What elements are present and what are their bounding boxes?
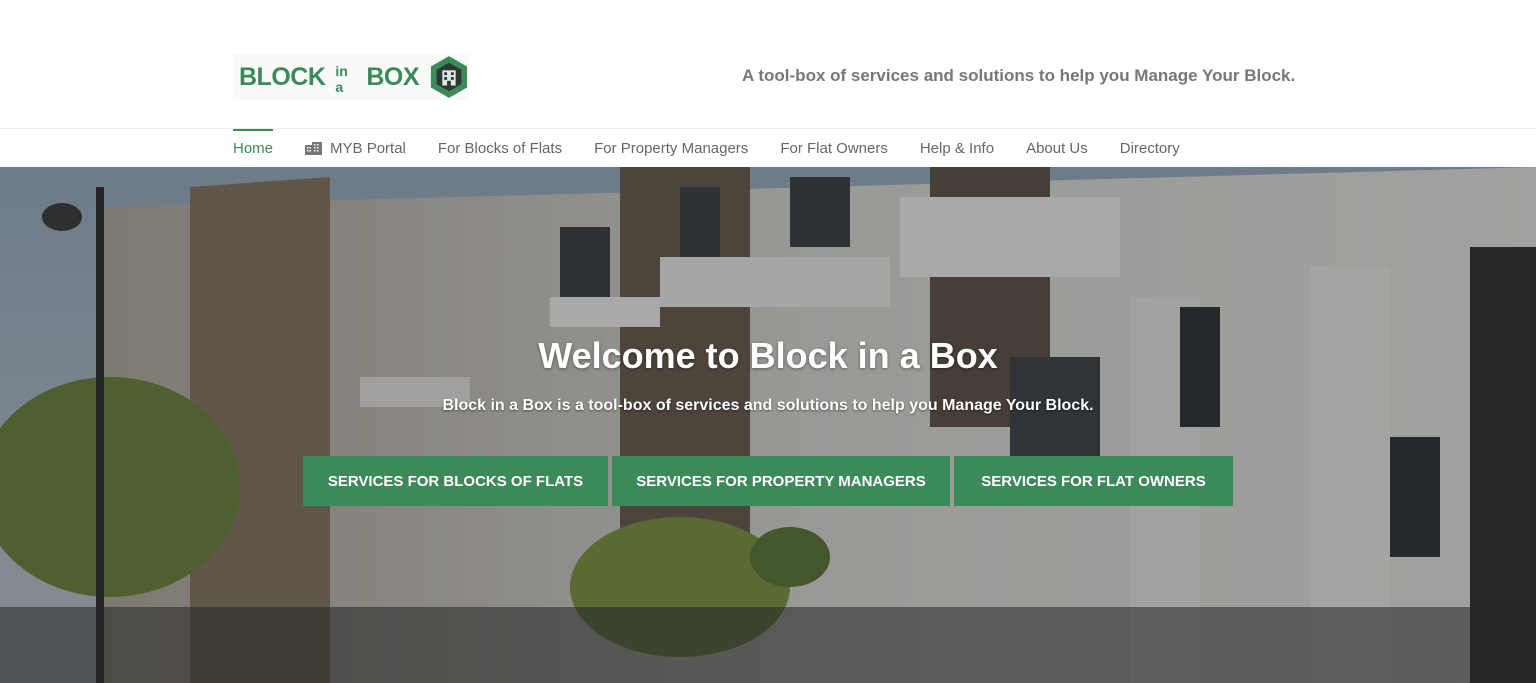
logo-word-box: BOX <box>366 62 420 91</box>
nav-item-about-us[interactable]: About Us <box>1026 129 1088 168</box>
site-header: BLOCK in a BOX A tool-box of services an… <box>0 0 1536 128</box>
nav-item-label: MYB Portal <box>330 140 406 157</box>
nav-item-label: For Property Managers <box>594 140 749 157</box>
nav-item-blocks-of-flats[interactable]: For Blocks of Flats <box>438 129 562 168</box>
main-navigation: Home MYB Portal For Blocks of Flats For … <box>0 128 1536 167</box>
nav-item-flat-owners[interactable]: For Flat Owners <box>780 129 888 168</box>
services-property-managers-button[interactable]: SERVICES FOR PROPERTY MANAGERS <box>612 456 950 506</box>
site-logo[interactable]: BLOCK in a BOX <box>233 54 469 100</box>
hero-overlay <box>0 167 1536 683</box>
nav-item-label: For Flat Owners <box>780 140 888 157</box>
hexagon-building-icon <box>430 56 468 98</box>
building-icon <box>305 142 323 155</box>
nav-item-directory[interactable]: Directory <box>1120 129 1180 168</box>
hero-title: Welcome to Block in a Box <box>538 335 998 376</box>
nav-item-help-info[interactable]: Help & Info <box>920 129 994 168</box>
nav-list: Home MYB Portal For Blocks of Flats For … <box>233 129 1212 168</box>
nav-item-myb-portal[interactable]: MYB Portal <box>305 129 406 168</box>
logo-word-in-a: in a <box>335 63 348 95</box>
nav-item-label: Help & Info <box>919 140 995 157</box>
nav-item-label: About Us <box>1026 140 1088 157</box>
services-flat-owners-button[interactable]: SERVICES FOR FLAT OWNERS <box>954 456 1233 506</box>
hero-banner: Welcome to Block in a Box Block in a Box… <box>0 167 1536 683</box>
site-tagline: A tool-box of services and solutions to … <box>742 66 1296 85</box>
logo-word-block: BLOCK <box>239 62 326 91</box>
nav-item-property-managers[interactable]: For Property Managers <box>594 129 748 168</box>
nav-item-label: For Blocks of Flats <box>437 140 563 157</box>
nav-item-label: Home <box>233 140 274 157</box>
services-blocks-of-flats-button[interactable]: SERVICES FOR BLOCKS OF FLATS <box>303 456 608 506</box>
nav-item-label: Directory <box>1119 140 1180 157</box>
hero-subtitle: Block in a Box is a tool-box of services… <box>442 397 1094 414</box>
nav-item-home[interactable]: Home <box>233 129 274 168</box>
hero-button-group: SERVICES FOR BLOCKS OF FLATS SERVICES FO… <box>303 456 1233 506</box>
